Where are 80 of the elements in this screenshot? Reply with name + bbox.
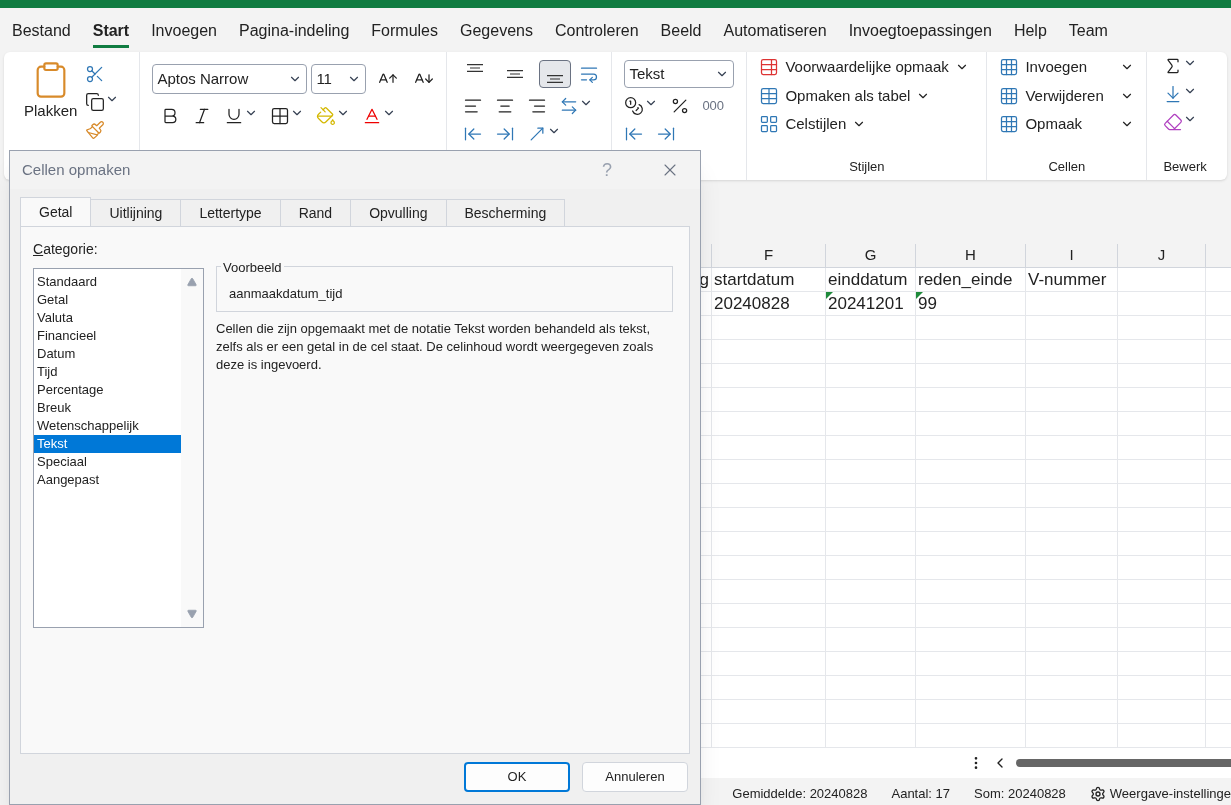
column-header[interactable]: G [826,244,916,267]
align-lines-icon [507,70,524,78]
ribbon-tab[interactable]: Team [1068,19,1108,48]
cells-button[interactable]: Opmaak [999,113,1135,136]
cell-styles-icon [759,114,780,135]
category-item[interactable]: Wetenschappelijk [34,417,181,435]
grid-icon [999,57,1020,78]
horizontal-scrollbar[interactable] [1016,759,1231,767]
sample-value: aanmaakdatum_tijd [229,284,343,303]
grid-icon [999,114,1020,135]
font-size-field[interactable]: 11 [311,64,367,94]
styles-button[interactable]: Opmaken als tabel [759,84,975,107]
ribbon-tab[interactable]: Pagina-indeling [239,19,350,48]
font-name-field[interactable]: Aptos Narrow [152,64,308,94]
ribbon-tab[interactable]: Controleren [554,19,639,48]
category-label: Categorie: [33,240,99,259]
status-count: Aantal: 17 [891,785,951,804]
group-label: Stijlen [848,157,886,176]
category-item[interactable]: Tijd [34,363,181,381]
category-item[interactable]: Standaard [34,273,181,291]
category-item[interactable]: Speciaal [34,453,181,471]
cell-text: 99 [918,292,937,315]
copy-icon[interactable] [85,92,106,112]
ribbon-tab[interactable]: Gegevens [460,19,533,48]
ribbon-tab[interactable]: Start [92,19,130,48]
category-item[interactable]: Tekst [34,435,181,453]
category-list[interactable]: Standaard Getal Valuta Financieel Datum Tijd Percentage Breuk Wetenschappelijk Tekst Speciaal Aangepast [33,268,204,628]
dialog-title: Cellen opmaken [22,159,132,180]
coins-icon[interactable] [624,96,645,116]
cell-text: V-nummer [1028,268,1107,291]
table-icon [759,85,780,106]
ribbon-tab[interactable]: Formules [371,19,438,48]
dialog-tab[interactable]: Getal [20,197,92,227]
ribbon-tab[interactable]: Help [1013,19,1047,48]
ribbon-tab[interactable]: Invoegen [151,19,217,48]
number-format-field[interactable]: Tekst [624,60,735,88]
paintbrush-icon[interactable] [85,120,106,140]
category-item[interactable]: Percentage [34,381,181,399]
format-description: Cellen die zijn opgemaakt met de notatie Tekst worden behandeld als tekst, zelfs als er een getal in de cel staat. De celinhoud wordt weergegeven zoals deze is ingevoerd. [216,320,655,374]
cell-text: 20241201 [828,292,904,315]
cells-button[interactable]: Verwijderen [999,84,1135,107]
view-settings-button[interactable]: Weergave-instellinge [1089,784,1231,804]
grid-icon [999,85,1020,106]
category-item[interactable]: Valuta [34,309,181,327]
category-item[interactable]: Aangepast [34,471,181,489]
group-label: Cellen [1047,157,1087,176]
group-label: Bewerk [1163,157,1208,176]
align-lines-icon [547,75,564,83]
ribbon-tab[interactable]: Invoegtoepassingen [848,19,992,48]
styles-button[interactable]: Celstijlen [759,113,975,136]
vertical-align-button[interactable] [539,60,572,88]
category-item[interactable]: Breuk [34,399,181,417]
category-item[interactable]: Getal [34,291,181,309]
eraser-icon[interactable] [1163,112,1184,132]
ribbon-tab[interactable]: Automatiseren [723,19,827,48]
column-header[interactable]: J [1118,244,1206,267]
status-sum: Som: 20240828 [974,785,1066,804]
status-average: Gemiddelde: 20240828 [732,785,868,804]
settings-icon [1089,786,1106,802]
column-header[interactable]: I [1026,244,1118,267]
category-item[interactable]: Financieel [34,327,181,345]
ok-button[interactable]: OK [464,762,570,792]
cell-text: startdatum [714,268,795,291]
border-icon[interactable] [270,106,291,126]
thousands-separator-button[interactable]: 000 [702,96,725,116]
column-header[interactable]: H [916,244,1026,267]
align-lines-icon [467,64,484,72]
conditional-format-icon [759,57,780,78]
ribbon-tab[interactable]: Bestand [12,19,71,48]
category-item[interactable]: Datum [34,345,181,363]
cell-text: 20240828 [714,292,790,315]
cancel-button[interactable]: Annuleren [582,762,688,792]
cell-text: reden_einde [918,268,1013,291]
cell-text: einddatum [828,268,908,291]
dialog-tab[interactable]: Bescherming [445,199,566,227]
fill-color-icon[interactable] [316,106,337,126]
cells-button[interactable]: Invoegen [999,56,1135,79]
column-header[interactable]: F [712,244,826,267]
ribbon-tab[interactable]: Beeld [660,19,702,48]
styles-button[interactable]: Voorwaardelijke opmaak [759,56,975,79]
